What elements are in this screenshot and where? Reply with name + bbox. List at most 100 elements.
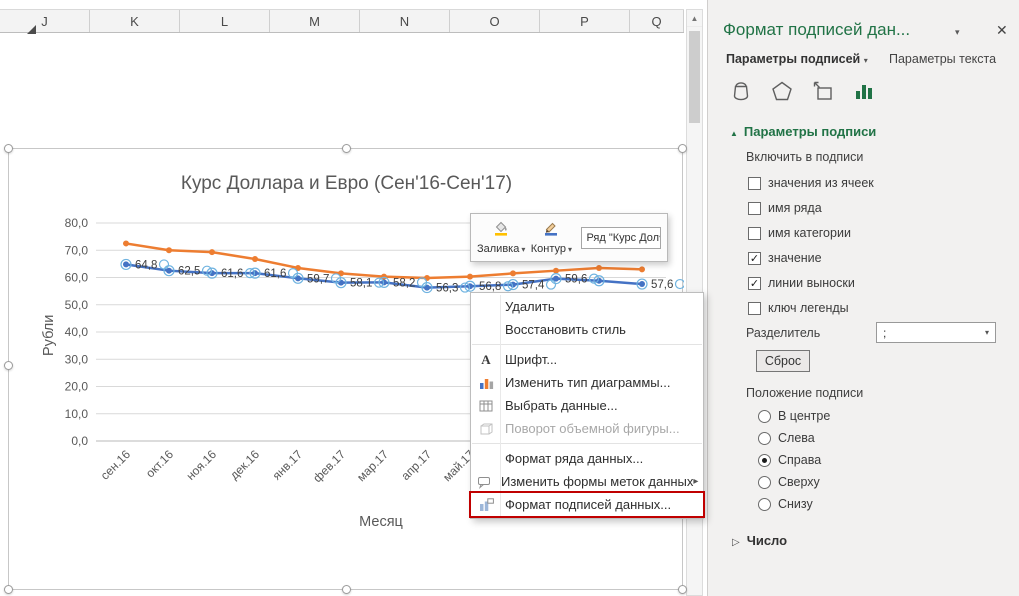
column-header-k[interactable]: K (90, 10, 180, 32)
pane-category-icons (728, 78, 877, 104)
checkbox-label: ключ легенды (768, 301, 849, 315)
radio-circle[interactable] (758, 476, 771, 489)
tab-text-options[interactable]: Параметры текста (889, 52, 996, 66)
reset-button[interactable]: Сброс (756, 350, 810, 372)
checkbox-label: имя категории (768, 226, 851, 240)
radio-label: Сверху (778, 475, 820, 489)
checkbox-label: значения из ячеек (768, 176, 874, 190)
chart-handle[interactable] (4, 144, 13, 153)
svg-text:58,2: 58,2 (393, 277, 415, 289)
menu-item-format-data-labels[interactable]: Формат подписей данных... (471, 493, 703, 516)
svg-text:57,6: 57,6 (651, 279, 673, 291)
chart-type-icon (476, 375, 496, 391)
menu-item-delete[interactable]: Удалить (471, 295, 703, 318)
menu-item-change-chart-type[interactable]: Изменить тип диаграммы... (471, 371, 703, 394)
chart-handle[interactable] (342, 585, 351, 594)
excel-window: J K L M N O P Q ▲ 0,010,020,030,040,050,… (0, 0, 1019, 596)
column-header-o[interactable]: O (450, 10, 540, 32)
radio-above[interactable]: Сверху (758, 474, 820, 490)
section-title: Параметры подписи (744, 124, 876, 139)
column-header-l[interactable]: L (180, 10, 270, 32)
checkbox-value[interactable]: значение (748, 249, 822, 267)
column-headers: J K L M N O P Q (0, 9, 684, 33)
checkbox-values-from-cells[interactable]: значения из ячеек (748, 174, 874, 192)
checkbox-leader-lines[interactable]: линии выноски (748, 274, 855, 292)
checkbox-category-name[interactable]: имя категории (748, 224, 851, 242)
checkbox-box[interactable] (748, 302, 761, 315)
radio-below[interactable]: Снизу (758, 496, 813, 512)
svg-text:70,0: 70,0 (65, 243, 89, 257)
chart-handle[interactable] (678, 585, 687, 594)
column-header-n[interactable]: N (360, 10, 450, 32)
svg-text:30,0: 30,0 (65, 352, 89, 366)
menu-item-select-data[interactable]: Выбрать данные... (471, 394, 703, 417)
menu-item-3d-rotation: Поворот объемной фигуры... (471, 417, 703, 440)
checkbox-box[interactable] (748, 227, 761, 240)
chart-handle[interactable] (342, 144, 351, 153)
radio-label: Снизу (778, 497, 813, 511)
chart-handle[interactable] (4, 361, 13, 370)
radio-circle[interactable] (758, 410, 771, 423)
svg-text:61,6: 61,6 (221, 268, 243, 280)
checkbox-box[interactable] (748, 277, 761, 290)
size-properties-icon[interactable] (810, 78, 836, 104)
fill-label: Заливка (477, 243, 519, 255)
chart-handle[interactable] (4, 585, 13, 594)
section-title: Число (747, 533, 787, 548)
checkbox-box[interactable] (748, 202, 761, 215)
section-number[interactable]: ▷Число (732, 533, 787, 548)
svg-text:ноя.16: ноя.16 (183, 447, 219, 483)
outline-button[interactable]: Контур▾ (529, 217, 573, 259)
checkbox-legend-key[interactable]: ключ легенды (748, 299, 849, 317)
scrollbar-thumb[interactable] (689, 31, 700, 123)
select-data-icon (476, 398, 496, 414)
radio-label: Справа (778, 453, 821, 467)
chevron-down-icon: ▾ (985, 328, 989, 337)
section-label-options[interactable]: ▲ Параметры подписи (730, 124, 876, 139)
chart-title[interactable]: Курс Доллара и Евро (Сен'16-Сен'17) (9, 173, 684, 195)
radio-circle[interactable] (758, 432, 771, 445)
tab-label-options[interactable]: Параметры подписей ▾ (726, 52, 868, 66)
radio-circle[interactable] (758, 498, 771, 511)
pane-title-dropdown-icon[interactable]: ▾ (955, 27, 960, 38)
svg-text:дек.16: дек.16 (227, 447, 262, 482)
chevron-down-icon: ▾ (568, 245, 572, 254)
menu-item-font[interactable]: А Шрифт... (471, 348, 703, 371)
svg-text:10,0: 10,0 (65, 407, 89, 421)
chart-element-selector[interactable]: Ряд "Курс Дол ▾ (581, 227, 661, 249)
fill-line-icon[interactable] (728, 78, 754, 104)
svg-text:61,6: 61,6 (264, 268, 286, 280)
menu-separator (472, 344, 702, 345)
checkbox-box[interactable] (748, 177, 761, 190)
scroll-up-icon[interactable]: ▲ (687, 10, 702, 27)
radio-left[interactable]: Слева (758, 430, 815, 446)
fill-button[interactable]: Заливка▾ (477, 217, 525, 259)
column-header-m[interactable]: M (270, 10, 360, 32)
radio-center[interactable]: В центре (758, 408, 830, 424)
menu-item-change-label-shapes[interactable]: Изменить формы меток данных ▸ (471, 470, 703, 493)
svg-text:апр.17: апр.17 (398, 447, 434, 483)
radio-label: В центре (778, 409, 830, 423)
menu-item-format-data-series[interactable]: Формат ряда данных... (471, 447, 703, 470)
checkbox-label: имя ряда (768, 201, 822, 215)
column-header-q[interactable]: Q (630, 10, 684, 32)
column-header-j[interactable]: J (0, 10, 90, 32)
close-icon[interactable]: ✕ (996, 22, 1008, 39)
svg-text:56,3: 56,3 (436, 283, 458, 295)
separator-label: Разделитель (746, 326, 820, 340)
column-header-p[interactable]: P (540, 10, 630, 32)
chart-handle[interactable] (678, 144, 687, 153)
menu-item-label: Удалить (505, 299, 555, 314)
checkbox-label: линии выноски (768, 276, 855, 290)
radio-circle[interactable] (758, 454, 771, 467)
checkbox-series-name[interactable]: имя ряда (748, 199, 822, 217)
menu-item-reset-style[interactable]: Восстановить стиль (471, 318, 703, 341)
radio-right[interactable]: Справа (758, 452, 821, 468)
y-axis-title[interactable]: Рубли (41, 315, 57, 356)
separator-dropdown[interactable]: ; ▾ (876, 322, 996, 343)
checkbox-box[interactable] (748, 252, 761, 265)
svg-text:сен.16: сен.16 (98, 447, 134, 483)
label-options-icon[interactable] (851, 78, 877, 104)
effects-icon[interactable] (769, 78, 795, 104)
collapse-triangle-icon: ▲ (730, 129, 738, 138)
